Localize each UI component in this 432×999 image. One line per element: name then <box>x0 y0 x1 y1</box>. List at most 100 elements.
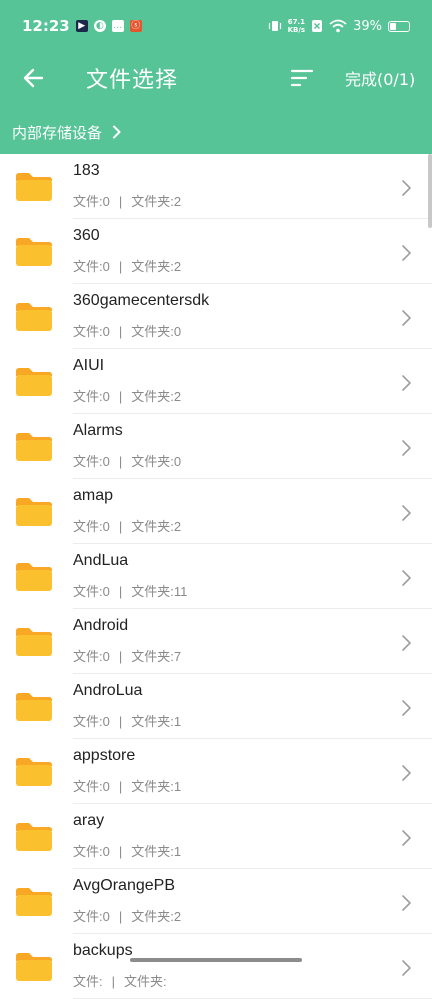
folders-label: 文件夹: <box>131 194 174 209</box>
list-item[interactable]: 360 文件:0 | 文件夹:2 <box>0 219 432 284</box>
folders-label: 文件夹: <box>131 389 174 404</box>
status-time: 12:23 <box>22 17 70 35</box>
list-item[interactable]: Android 文件:0 | 文件夹:7 <box>0 609 432 674</box>
chevron-right-icon <box>402 245 411 261</box>
meta-separator: | <box>118 454 123 469</box>
status-right: 67.1 KB/s 39% <box>268 18 410 34</box>
sim-disabled-icon <box>312 20 323 32</box>
done-button[interactable]: 完成(0/1) <box>345 66 415 90</box>
folders-label: 文件夹: <box>131 714 174 729</box>
folders-label: 文件夹: <box>131 779 174 794</box>
files-count: 0 <box>102 584 110 599</box>
list-item[interactable]: 360gamecentersdk 文件:0 | 文件夹:0 <box>0 284 432 349</box>
list-item[interactable]: 183 文件:0 | 文件夹:2 <box>0 154 432 219</box>
meta-separator: | <box>118 194 123 209</box>
folder-name: AndroLua <box>73 682 143 699</box>
breadcrumb[interactable]: 内部存储设备 <box>12 120 122 144</box>
battery-icon <box>388 20 410 32</box>
scrollbar[interactable] <box>428 154 432 228</box>
folder-meta: 文件: | 文件夹: <box>73 971 167 990</box>
meta-separator: | <box>118 389 123 404</box>
folders-count: 2 <box>173 259 182 274</box>
folder-name: backups <box>73 942 133 959</box>
chevron-right-icon <box>402 895 411 911</box>
message-icon: … <box>111 20 124 32</box>
folder-icon <box>16 563 52 591</box>
folders-label: 文件夹: <box>131 519 174 534</box>
net-speed-value: 67.1 <box>287 18 305 26</box>
meta-separator: | <box>118 844 123 859</box>
files-label: 文件: <box>73 324 103 339</box>
breadcrumb-label: 内部存储设备 <box>12 123 103 142</box>
meta-separator: | <box>118 584 123 599</box>
list-item[interactable]: AndLua 文件:0 | 文件夹:11 <box>0 544 432 609</box>
folders-label: 文件夹: <box>131 454 174 469</box>
folder-meta: 文件:0 | 文件夹:2 <box>73 386 181 405</box>
chevron-right-icon <box>402 765 411 781</box>
list-item[interactable]: AndroLua 文件:0 | 文件夹:1 <box>0 674 432 739</box>
folder-name: AndLua <box>73 552 129 569</box>
chevron-right-icon <box>402 570 411 586</box>
status-left: 12:23 ▶ ◐ … ⓢ <box>22 17 142 35</box>
shop-app-icon: ⓢ <box>129 20 142 32</box>
wifi-icon <box>329 19 347 33</box>
files-label: 文件: <box>73 714 103 729</box>
meta-separator: | <box>118 519 123 534</box>
folder-icon <box>16 823 52 851</box>
files-label: 文件: <box>73 909 103 924</box>
meta-separator: | <box>111 974 116 989</box>
app-bar: 文件选择 完成(0/1) <box>0 52 432 104</box>
list-item[interactable]: aray 文件:0 | 文件夹:1 <box>0 804 432 869</box>
files-label: 文件: <box>73 389 103 404</box>
home-indicator[interactable] <box>130 958 302 962</box>
sort-icon[interactable] <box>288 64 316 92</box>
list-item[interactable]: AvgOrangePB 文件:0 | 文件夹:2 <box>0 869 432 934</box>
folder-icon <box>16 498 52 526</box>
chevron-right-icon <box>402 960 411 976</box>
list-item[interactable]: Alarms 文件:0 | 文件夹:0 <box>0 414 432 479</box>
folder-name: 360 <box>73 227 100 244</box>
folders-count: 0 <box>173 324 182 339</box>
folder-icon <box>16 433 52 461</box>
files-count: 0 <box>102 259 110 274</box>
chevron-right-icon <box>402 440 411 456</box>
folders-count: 7 <box>173 649 182 664</box>
folder-name: AIUI <box>73 357 105 374</box>
net-speed: 67.1 KB/s <box>288 18 305 34</box>
chevron-right-icon <box>402 505 411 521</box>
folders-count: 2 <box>173 194 182 209</box>
chevron-right-icon <box>402 700 411 716</box>
folders-label: 文件夹: <box>131 844 174 859</box>
files-count: 0 <box>102 194 110 209</box>
chevron-right-icon <box>402 375 411 391</box>
chevron-right-icon <box>113 125 121 139</box>
list-item[interactable]: backups 文件: | 文件夹: <box>0 934 432 999</box>
folder-icon <box>16 238 52 266</box>
folder-meta: 文件:0 | 文件夹:2 <box>73 516 181 535</box>
chevron-right-icon <box>402 635 411 651</box>
folder-name: appstore <box>73 747 136 764</box>
media-play-icon: ▶ <box>75 20 88 32</box>
folder-icon <box>16 368 52 396</box>
header: 12:23 ▶ ◐ … ⓢ 67.1 KB/s 39% 文件选择 完成(0/1)… <box>0 0 432 154</box>
folders-label: 文件夹: <box>131 649 174 664</box>
folder-meta: 文件:0 | 文件夹:11 <box>73 581 187 600</box>
folder-name: aray <box>73 812 105 829</box>
folders-label: 文件夹: <box>131 259 174 274</box>
list-item[interactable]: appstore 文件:0 | 文件夹:1 <box>0 739 432 804</box>
files-label: 文件: <box>73 454 103 469</box>
list-item[interactable]: amap 文件:0 | 文件夹:2 <box>0 479 432 544</box>
meta-separator: | <box>118 714 123 729</box>
list-item[interactable]: AIUI 文件:0 | 文件夹:2 <box>0 349 432 414</box>
files-count: 0 <box>102 324 110 339</box>
folders-label: 文件夹: <box>131 584 174 599</box>
folder-icon <box>16 953 52 981</box>
meta-separator: | <box>118 259 123 274</box>
folders-count: 0 <box>173 454 182 469</box>
folder-meta: 文件:0 | 文件夹:2 <box>73 906 181 925</box>
folders-label: 文件夹: <box>131 324 174 339</box>
files-count: 0 <box>102 909 110 924</box>
folder-icon <box>16 758 52 786</box>
back-arrow-icon[interactable] <box>20 64 48 92</box>
folder-icon <box>16 303 52 331</box>
